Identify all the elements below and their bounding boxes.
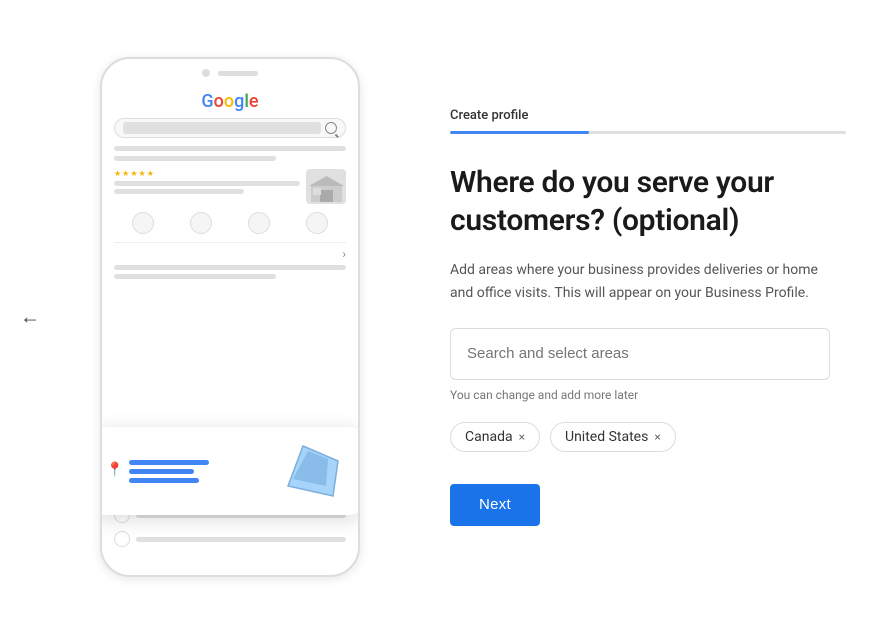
- tag-canada-label: Canada: [465, 429, 513, 445]
- tag-united-states-label: United States: [565, 429, 648, 445]
- phone-icon-circle-2: [114, 531, 130, 547]
- page-container: ← Google: [0, 0, 896, 634]
- tag-canada-close[interactable]: ×: [519, 431, 525, 443]
- result-line-3: [114, 265, 346, 270]
- store-icon: [306, 169, 346, 204]
- star-1: ★: [114, 169, 121, 178]
- bottom-card: 📍: [100, 427, 360, 515]
- phone-search-input-visual: [123, 122, 321, 134]
- progress-section: Create profile: [450, 108, 846, 134]
- result-line-4: [114, 274, 276, 279]
- progress-bar-fill: [450, 131, 589, 134]
- card-left: 📍: [106, 460, 268, 483]
- tags-container: Canada × United States ×: [450, 422, 846, 452]
- right-panel: Create profile Where do you serve your c…: [420, 78, 896, 556]
- result-text: ★ ★ ★ ★ ★: [114, 169, 300, 197]
- search-areas-input[interactable]: [450, 328, 830, 380]
- phone-row-line-2: [136, 537, 346, 542]
- phone-speaker: [218, 71, 258, 76]
- tag-canada: Canada ×: [450, 422, 540, 452]
- left-panel: ← Google: [0, 57, 420, 577]
- phone-search-bar: [114, 118, 346, 138]
- google-o2: o: [224, 91, 234, 112]
- star-3: ★: [130, 169, 137, 178]
- main-heading: Where do you serve your customers? (opti…: [450, 164, 846, 239]
- tag-united-states: United States ×: [550, 422, 676, 452]
- action-icon-4: [306, 212, 328, 234]
- star-4: ★: [139, 169, 146, 178]
- tag-united-states-close[interactable]: ×: [654, 431, 660, 443]
- phone-content: Google ★ ★ ★ ★: [102, 83, 358, 290]
- pin-icon: 📍: [106, 462, 123, 478]
- card-line-2: [129, 469, 194, 474]
- google-o1: o: [214, 91, 224, 112]
- map-diamond-svg: [278, 441, 348, 501]
- phone-top: [102, 59, 358, 83]
- next-button[interactable]: Next: [450, 484, 540, 526]
- phone-next-arrow: ›: [114, 247, 346, 261]
- progress-bar-container: [450, 131, 846, 134]
- action-icon-3: [248, 212, 270, 234]
- action-icon-2: [190, 212, 212, 234]
- phone-search-icon: [325, 122, 337, 134]
- phone-camera: [202, 69, 210, 77]
- google-logo: Google: [114, 91, 346, 112]
- stars: ★ ★ ★ ★ ★: [114, 169, 300, 178]
- result-desc-1: [114, 181, 300, 186]
- phone-mockup: Google ★ ★ ★ ★: [100, 57, 360, 577]
- heading-line-1: Where do you serve your: [450, 165, 774, 200]
- heading-line-2: customers? (optional): [450, 203, 739, 238]
- hint-text: You can change and add more later: [450, 388, 846, 402]
- star-5: ★: [147, 169, 154, 178]
- phone-row-2: [114, 531, 346, 547]
- description-text: Add areas where your business provides d…: [450, 259, 820, 304]
- card-line-1: [129, 460, 209, 465]
- star-2: ★: [122, 169, 129, 178]
- google-g2: g: [234, 91, 244, 112]
- back-arrow-button[interactable]: ←: [20, 305, 40, 330]
- result-item: ★ ★ ★ ★ ★: [114, 169, 346, 204]
- card-lines: [129, 460, 209, 483]
- divider: [114, 242, 346, 243]
- action-icon-1: [132, 212, 154, 234]
- card-line-3: [129, 478, 199, 483]
- action-icons: [114, 212, 346, 234]
- google-g: G: [201, 91, 213, 112]
- google-e: e: [249, 91, 259, 112]
- store-svg: [309, 174, 344, 204]
- step-label: Create profile: [450, 108, 846, 123]
- result-line-2: [114, 156, 276, 161]
- result-desc-2: [114, 189, 244, 194]
- result-line-1: [114, 146, 346, 151]
- search-container: [450, 328, 846, 380]
